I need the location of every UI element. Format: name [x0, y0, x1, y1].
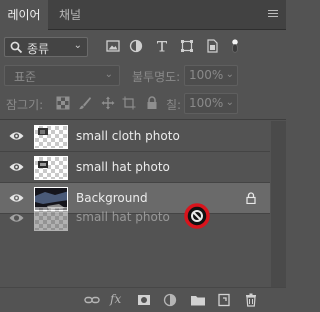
- adjustment-layer-icon[interactable]: [163, 293, 177, 307]
- lock-all-icon[interactable]: [145, 96, 159, 110]
- visibility-eye-icon: [9, 214, 24, 222]
- adjustment-filter-icon[interactable]: [129, 39, 143, 53]
- fill-label: 칠:: [166, 98, 182, 112]
- fill-value: 100%: [189, 96, 224, 110]
- lock-transparent-pixels-icon[interactable]: [56, 96, 70, 110]
- layer-name: small cloth photo: [76, 129, 180, 143]
- type-filter-icon[interactable]: [155, 39, 169, 53]
- filter-toggle-icon[interactable]: [229, 39, 241, 53]
- chevron-down-icon: ⌄: [225, 97, 234, 108]
- layer-thumbnail: [34, 207, 68, 231]
- layers-scrollbar[interactable]: [271, 121, 286, 287]
- chevron-down-icon: ⌄: [104, 69, 113, 80]
- fx-icon[interactable]: fx: [110, 292, 121, 306]
- layers-list: small cloth photo small hat photo Backgr…: [0, 121, 270, 271]
- new-group-icon[interactable]: [190, 293, 206, 307]
- lock-label: 잠그기:: [6, 98, 44, 112]
- layers-panel: 레이어 채널 종류 ⌄ 표준 ⌄ 불투명도: 100% ⌄ 잠그기: 칠: 10…: [0, 0, 286, 312]
- shape-filter-icon[interactable]: [180, 39, 194, 53]
- chevron-down-icon: ⌄: [225, 69, 234, 80]
- smart-object-filter-icon[interactable]: [205, 39, 219, 53]
- lock-image-pixels-icon[interactable]: [78, 96, 92, 110]
- prevent-autonest-icon[interactable]: [122, 96, 136, 110]
- visibility-eye-icon[interactable]: [9, 192, 24, 204]
- lock-icon: [246, 192, 256, 204]
- layer-row-small-hat-photo[interactable]: small hat photo: [0, 152, 270, 183]
- opacity-value: 100%: [189, 68, 224, 82]
- fill-field[interactable]: 100% ⌄: [184, 93, 238, 114]
- link-layers-icon[interactable]: [84, 293, 100, 307]
- add-mask-icon[interactable]: [137, 293, 151, 307]
- panel-menu-icon[interactable]: [268, 10, 278, 19]
- divider: [0, 119, 286, 120]
- layer-name: small hat photo: [76, 160, 170, 174]
- drag-ghost-name: small hat photo: [76, 210, 170, 224]
- visibility-eye-icon[interactable]: [9, 130, 24, 142]
- new-layer-icon[interactable]: [217, 293, 231, 307]
- tab-channels[interactable]: 채널: [50, 0, 90, 30]
- panel-tab-bar: 레이어 채널: [0, 0, 286, 30]
- panel-footer: fx: [0, 287, 286, 312]
- layer-name: Background: [76, 191, 148, 205]
- layer-thumbnail: [34, 156, 68, 180]
- no-drop-cursor-icon: [184, 203, 210, 229]
- chevron-down-icon: ⌄: [73, 40, 82, 51]
- blend-mode-value: 표준: [14, 70, 37, 84]
- image-filter-icon[interactable]: [106, 39, 120, 53]
- lock-position-icon[interactable]: [101, 96, 115, 110]
- blend-mode-select[interactable]: 표준 ⌄: [4, 65, 120, 86]
- filter-kind-select[interactable]: 종류 ⌄: [4, 37, 88, 57]
- layer-thumbnail: [34, 125, 68, 149]
- visibility-eye-icon[interactable]: [9, 161, 24, 173]
- search-icon: [10, 41, 23, 54]
- delete-layer-icon[interactable]: [244, 293, 258, 307]
- drag-ghost-layer: small hat photo: [0, 206, 270, 232]
- hat-photo-thumb: [38, 161, 48, 168]
- opacity-label: 불투명도:: [132, 70, 181, 84]
- opacity-field[interactable]: 100% ⌄: [184, 65, 238, 86]
- tab-layers[interactable]: 레이어: [0, 0, 48, 30]
- filter-kind-label: 종류: [27, 42, 50, 56]
- cloth-photo-thumb: [38, 128, 48, 135]
- layer-row-small-cloth-photo[interactable]: small cloth photo: [0, 121, 270, 152]
